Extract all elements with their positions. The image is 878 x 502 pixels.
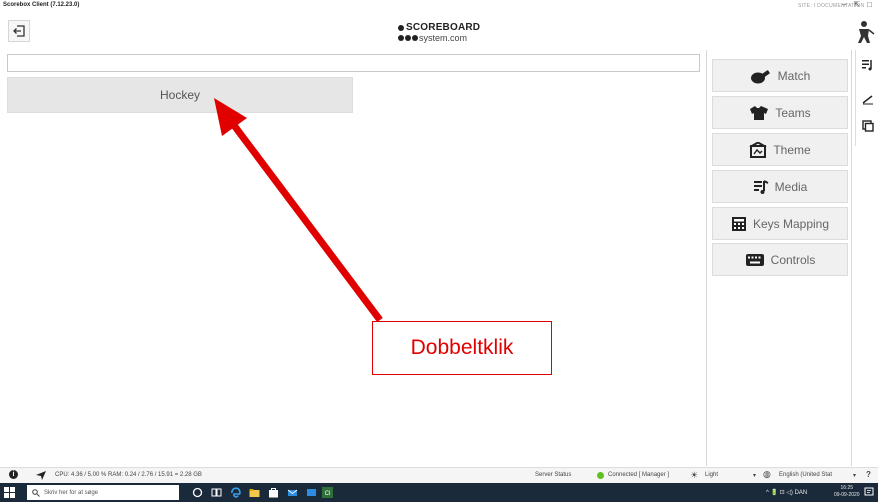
copy-icon[interactable] [861,119,875,133]
scorebox-client-window: Scorebox Client (7.12.23.0) SITE: I DOCU… [0,0,878,502]
playlist-icon[interactable] [861,58,875,72]
taskbar-clock[interactable]: 16:25 09-09-2020 [834,485,860,499]
match-button[interactable]: Match [712,59,848,92]
mail-icon[interactable] [287,487,298,498]
window-title: Scorebox Client (7.12.23.0) [3,2,80,8]
scorebox-app-icon[interactable]: Cl [322,487,333,498]
keys-mapping-label: Keys Mapping [752,216,830,231]
match-label: Match [777,68,811,83]
media-icon [753,179,769,194]
minimize-button[interactable]: – [842,0,846,9]
referee-user-icon[interactable] [855,20,875,44]
annotation-callout: Dobbeltklik [372,321,552,375]
taskbar-search[interactable]: Skriv her for at søge [27,485,179,500]
maximize-button[interactable]: □ [867,0,872,9]
store-icon[interactable] [268,487,279,498]
performance-text: CPU: 4.36 / 5.00 % RAM: 0.24 / 2.76 / 15… [55,472,202,478]
logo-text-bottom: system.com [419,33,468,43]
search-icon [32,488,40,497]
media-label: Media [774,179,808,194]
server-status-label: Server Status [535,472,572,478]
system-tray[interactable]: ^ 🔋 ⊡ ◁) DAN [766,489,807,496]
connection-status-text: Connected [ Manager ] [608,472,670,478]
controls-button[interactable]: Controls [712,243,848,276]
exit-button[interactable] [8,20,30,42]
search-input[interactable] [7,54,700,72]
keypad-icon [731,216,746,231]
jersey-icon [750,105,769,120]
clock-time: 16:25 [840,485,854,491]
teams-label: Teams [775,105,811,120]
theme-button[interactable]: Theme [712,133,848,166]
whistle-icon [750,69,770,83]
controls-label: Controls [770,252,816,267]
theme-icon [749,141,767,158]
taskbar-search-placeholder: Skriv her for at søge [44,489,99,496]
status-bar: i CPU: 4.36 / 5.00 % RAM: 0.24 / 2.76 / … [0,467,878,483]
photos-icon[interactable] [306,487,317,498]
restore-button[interactable]: ⇱ [853,0,860,9]
brightness-icon: ☀ [690,470,699,480]
svg-text:Cl: Cl [325,491,331,497]
file-explorer-icon[interactable] [249,487,260,498]
globe-icon: ◍ [763,469,771,479]
windows-taskbar: Skriv her for at søge Cl ^ 🔋 ⊡ ◁) DAN 16… [0,483,878,502]
logo-text-top: SCOREBOARD [406,22,481,33]
help-icon[interactable]: ? [866,470,871,479]
scoreboard-logo: SCOREBOARD system.com [398,22,480,44]
windows-start-icon[interactable] [4,487,15,498]
notification-icon[interactable] [864,487,874,497]
sport-item-hockey[interactable]: Hockey [7,77,353,113]
pencil-icon[interactable] [861,92,875,106]
language-dropdown-icon[interactable]: ▾ [853,472,856,479]
cortana-icon[interactable] [192,487,203,498]
keys-mapping-button[interactable]: Keys Mapping [712,207,848,240]
window-controls: – ⇱ □ [842,0,872,9]
annotation-text: Dobbeltklik [410,336,514,359]
language-select[interactable]: English (United Stat [779,472,832,478]
teams-button[interactable]: Teams [712,96,848,129]
keyboard-icon [745,253,764,266]
clock-date: 09-09-2020 [834,492,860,498]
brightness-select[interactable]: Light [705,472,718,478]
edge-browser-icon[interactable] [230,487,241,498]
theme-label: Theme [773,142,811,157]
media-button[interactable]: Media [712,170,848,203]
send-icon[interactable] [36,471,46,480]
exit-icon [13,25,25,37]
brightness-dropdown-icon[interactable]: ▾ [753,472,756,479]
task-view-icon[interactable] [211,487,222,498]
title-bar: Scorebox Client (7.12.23.0) SITE: I DOCU… [0,0,878,14]
info-icon[interactable]: i [9,470,18,479]
connection-status-dot [597,472,604,479]
sport-item-label: Hockey [159,88,200,102]
